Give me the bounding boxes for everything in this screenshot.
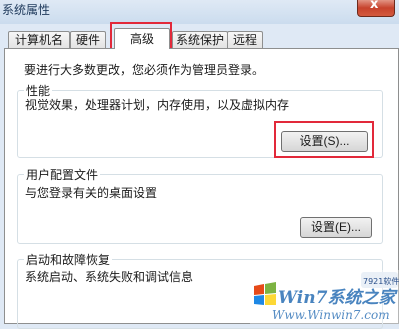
- close-icon: x: [370, 0, 379, 12]
- startup-recovery-description: 系统启动、系统失败和调试信息: [25, 270, 194, 284]
- tab-advanced[interactable]: 高级: [114, 28, 170, 49]
- performance-description: 视觉效果，处理器计划，内存使用，以及虚拟内存: [25, 98, 290, 112]
- svg-text:Www.Winwin7.com: Www.Winwin7.com: [272, 308, 390, 322]
- startup-recovery-title: 启动和故障恢复: [24, 251, 113, 268]
- settings-highlight-box: [274, 121, 374, 158]
- svg-text:7921软件园: 7921软件园: [363, 276, 399, 286]
- tab-label: 计算机名: [14, 33, 63, 47]
- tab-hardware[interactable]: 硬件: [70, 31, 106, 48]
- tab-label: 硬件: [75, 33, 100, 47]
- tab-label: 远程: [232, 33, 257, 47]
- user-profiles-title: 用户配置文件: [24, 166, 101, 183]
- tab-label: 高级: [129, 32, 154, 46]
- close-button[interactable]: x: [357, 0, 395, 17]
- site-watermark: Win7系统之家 Www.Winwin7.com 7921软件园: [250, 270, 399, 324]
- user-profiles-settings-button[interactable]: 设置(E)...: [300, 217, 372, 238]
- window-title: 系统属性: [2, 3, 51, 17]
- svg-text:Win7系统之家: Win7系统之家: [278, 288, 398, 308]
- user-profiles-description: 与您登录有关的桌面设置: [25, 186, 158, 200]
- tab-label: 系统保护: [176, 33, 225, 47]
- title-bar: 系统属性 x: [0, 0, 399, 24]
- tab-system-protection[interactable]: 系统保护: [172, 31, 228, 48]
- tab-remote[interactable]: 远程: [227, 31, 263, 48]
- admin-notice: 要进行大多数更改，您必须作为管理员登录。: [24, 63, 265, 77]
- tab-computer-name[interactable]: 计算机名: [8, 31, 70, 48]
